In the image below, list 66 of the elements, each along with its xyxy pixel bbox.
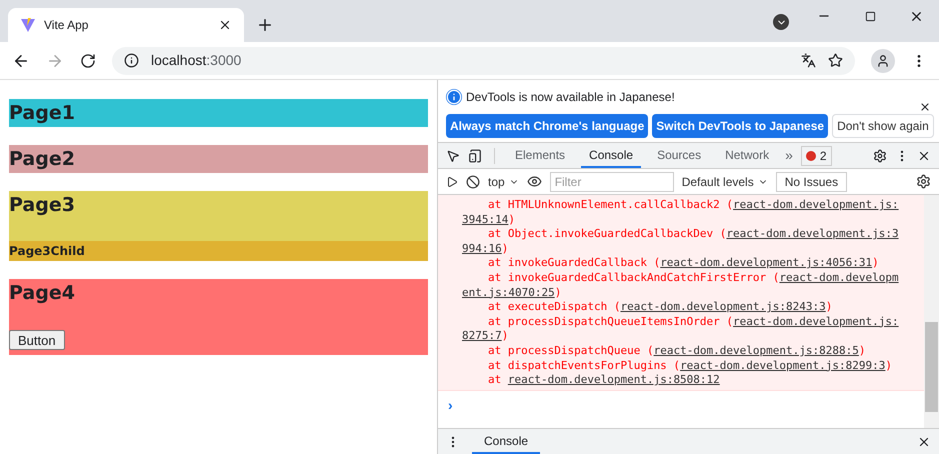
tab-title: Vite App	[44, 17, 90, 34]
source-link[interactable]: react-dom.development.js:8299:3	[680, 358, 886, 372]
devtools-tab[interactable]: Elements	[507, 143, 574, 168]
stack-trace-line: at invokeGuardedCallbackAndCatchFirstError (react-dom.developm ent.js:4070:25)	[461, 270, 900, 300]
source-link[interactable]: react-dom.development.js:8288:5	[654, 344, 859, 357]
source-link[interactable]: ent.js:4070:25	[462, 286, 555, 299]
source-link[interactable]: react-dom.development.js:8243:3	[620, 300, 826, 314]
device-toolbar-icon[interactable]	[468, 148, 482, 162]
source-link[interactable]: react-dom.development.js:	[733, 198, 899, 211]
infobar-button[interactable]: Switch DevTools to Japanese	[652, 114, 828, 138]
devtools-tab[interactable]: Network	[717, 143, 778, 168]
filter-input[interactable]: Filter	[550, 172, 674, 192]
address-bar[interactable]: localhost:3000	[112, 46, 855, 74]
inspect-icon[interactable]	[446, 148, 460, 162]
error-count: 2	[820, 148, 827, 164]
section-heading: Page1	[9, 101, 76, 126]
stack-trace-line: at Object.invokeGuardedCallbackDev (react-dom.development.js:3 994:16)	[461, 227, 900, 256]
stack-trace-line: at invokeGuardedCallback (react-dom.development.js:4056:31)	[487, 256, 880, 271]
clear-console-icon[interactable]	[466, 174, 480, 188]
new-tab-icon[interactable]	[256, 16, 274, 34]
stack-trace-line: at processDispatchQueueItemsInOrder (react-dom.development.js: 8275:7)	[461, 314, 900, 344]
settings-icon[interactable]	[916, 174, 931, 189]
issues-button[interactable]: No Issues	[776, 172, 848, 192]
bookmark-star-icon[interactable]	[828, 53, 843, 68]
source-link[interactable]: react-dom.developm	[779, 270, 899, 284]
child-heading: Page3Child	[9, 243, 85, 260]
infobar-button[interactable]: Don't show again	[832, 114, 934, 138]
info-icon	[446, 89, 462, 105]
tab-search-icon[interactable]	[773, 14, 789, 30]
source-link[interactable]: react-dom.development.js:	[733, 314, 899, 328]
infobar-button[interactable]: Always match Chrome's language	[446, 114, 648, 138]
devtools-tab[interactable]: Sources	[649, 143, 710, 168]
page-button[interactable]: Button	[9, 330, 65, 350]
translate-icon[interactable]	[801, 53, 816, 68]
drawer-tab[interactable]: Console	[472, 429, 540, 454]
close-icon[interactable]	[919, 101, 931, 113]
section-heading: Page2	[9, 147, 76, 172]
info-icon	[124, 53, 139, 68]
stack-trace-line: at react-dom.development.js:8508:12	[487, 373, 721, 388]
profile-icon[interactable]	[871, 48, 895, 72]
source-link[interactable]: react-dom.development.js:3	[726, 227, 899, 240]
section-heading: Page3	[9, 193, 76, 218]
browser-tab[interactable]: Vite App	[8, 8, 244, 42]
source-link[interactable]: 994:16	[462, 242, 502, 255]
error-icon	[806, 150, 816, 160]
stack-trace-line: at executeDispatch (react-dom.development.js:8243:3)	[487, 300, 834, 315]
source-link[interactable]: react-dom.development.js:8508:12	[508, 373, 720, 386]
context-selector[interactable]: top	[488, 172, 519, 190]
log-levels-selector[interactable]: Default levels	[682, 172, 768, 190]
reload-icon[interactable]	[80, 52, 96, 68]
close-icon[interactable]	[218, 18, 232, 32]
infobar-message: DevTools is now available in Japanese!	[466, 89, 675, 106]
console-prompt[interactable]: ›	[448, 396, 453, 413]
eye-icon[interactable]	[526, 174, 542, 189]
more-tabs[interactable]: »	[785, 145, 793, 166]
stack-trace-line: at HTMLUnknownElement.callCallback2 (react-dom.development.js: 3945:14)	[461, 198, 900, 228]
stack-trace-line: at processDispatchQueue (react-dom.development.js:8288:5)	[487, 344, 867, 359]
source-link[interactable]: 8275:7	[462, 329, 502, 342]
section-heading: Page4	[9, 281, 76, 306]
logo-icon	[20, 17, 36, 33]
error-count-badge[interactable]: 2	[800, 146, 832, 166]
source-link[interactable]: react-dom.development.js:4056:31	[660, 256, 872, 270]
settings-icon[interactable]	[873, 148, 887, 162]
url-text: localhost:3000	[151, 51, 242, 70]
stack-trace-line: at dispatchEventsForPlugins (react-dom.development.js:8299:3)	[487, 358, 893, 374]
source-link[interactable]: 3945:14	[462, 212, 508, 226]
